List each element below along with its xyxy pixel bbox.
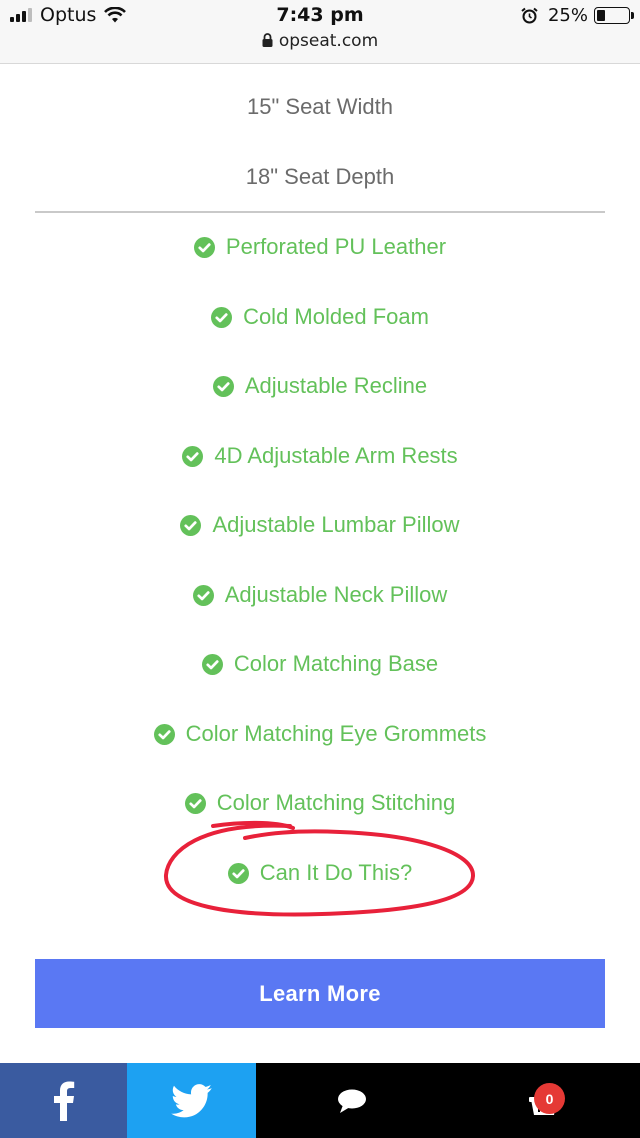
facebook-icon [53,1081,74,1121]
feature-item: Adjustable Neck Pillow [0,582,640,608]
share-bar: 0 [0,1063,640,1138]
feature-item: Cold Molded Foam [0,304,640,330]
battery-percent: 25% [547,5,588,26]
check-circle-icon [182,445,204,467]
twitter-icon [170,1083,212,1117]
feature-label: Can It Do This? [259,860,413,885]
feature-item: Perforated PU Leather [0,234,640,260]
facebook-share-button[interactable] [0,1063,127,1138]
feature-item: Color Matching Base [0,651,640,677]
feature-label: 4D Adjustable Arm Rests [214,443,458,468]
check-circle-icon [212,375,234,397]
feature-label: Color Matching Eye Grommets [185,721,487,746]
twitter-share-button[interactable] [127,1063,256,1138]
check-circle-icon [180,514,202,536]
alarm-clock-icon [521,7,538,24]
url-text: opseat.com [278,31,379,51]
feature-item: Can It Do This? [0,860,640,886]
feature-item: Color Matching Eye Grommets [0,721,640,747]
feature-item: Adjustable Recline [0,373,640,399]
learn-more-button[interactable]: Learn More [35,959,605,1028]
spec-seat-width: 15" Seat Width [247,94,393,119]
feature-label: Adjustable Lumbar Pillow [212,512,460,537]
status-right: 25% [521,5,634,26]
battery-icon [594,7,634,24]
speech-bubble-icon [338,1089,366,1113]
lock-icon [262,33,273,47]
feature-label: Adjustable Recline [244,373,428,398]
check-circle-icon [184,792,206,814]
spec-seat-depth: 18" Seat Depth [245,164,395,189]
status-bar: Optus 7:43 pm opseat.com 25% [0,0,640,64]
address-bar[interactable]: opseat.com [0,31,640,51]
check-circle-icon [192,584,214,606]
feature-label: Color Matching Stitching [216,790,456,815]
feature-item: 4D Adjustable Arm Rests [0,443,640,469]
check-circle-icon [227,862,249,884]
feature-label: Cold Molded Foam [243,304,429,329]
annotation-underline [211,820,295,830]
check-circle-icon [153,723,175,745]
divider [35,211,605,213]
feature-item: Color Matching Stitching [0,790,640,816]
feature-label: Color Matching Base [233,651,439,676]
feature-label: Perforated PU Leather [225,234,447,259]
check-circle-icon [201,653,223,675]
feature-label: Adjustable Neck Pillow [224,582,448,607]
check-circle-icon [211,306,233,328]
feature-item: Adjustable Lumbar Pillow [0,512,640,538]
cart-button[interactable]: 0 [448,1063,640,1138]
check-circle-icon [193,236,215,258]
cart-count-badge: 0 [534,1083,565,1114]
battery-level [597,10,605,21]
message-share-button[interactable] [256,1063,448,1138]
